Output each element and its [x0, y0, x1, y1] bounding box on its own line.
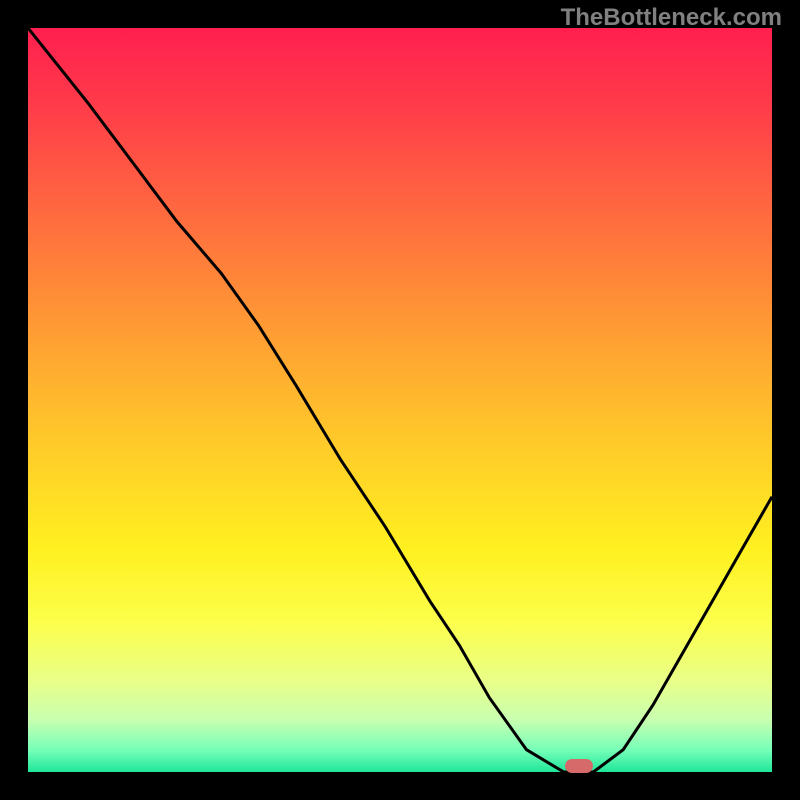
- optimal-marker: [565, 759, 593, 773]
- watermark-text: TheBottleneck.com: [561, 4, 782, 32]
- bottleneck-curve: [28, 28, 772, 772]
- curve-path: [28, 28, 772, 772]
- chart-container: TheBottleneck.com: [0, 0, 800, 800]
- plot-area: [28, 28, 772, 772]
